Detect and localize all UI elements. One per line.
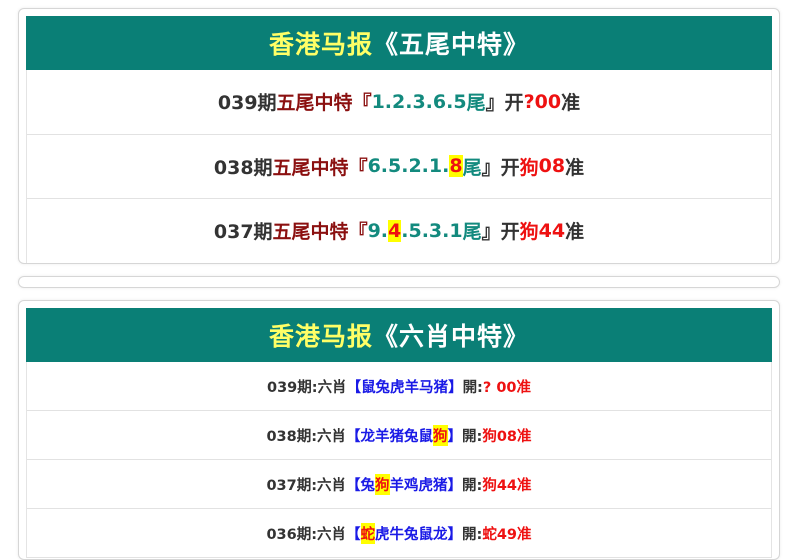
bracket-open: 【 (346, 526, 361, 543)
result-number: 44 (538, 219, 566, 242)
kai-label: 开 (500, 221, 520, 244)
zodiac-list: 龙羊猪兔鼠 (360, 428, 434, 445)
accurate-label: 准 (565, 156, 585, 179)
empty-card (18, 276, 780, 288)
digits-rest: .5.3.1 (401, 219, 463, 242)
result-number: 08 (538, 155, 566, 178)
table-row: 037期: 六肖【兔狗羊鸡虎猪】開: 狗44准 (27, 460, 771, 509)
period: 039期 (217, 92, 277, 115)
card-subtitle: 《六肖中特》 (373, 322, 530, 351)
row-label: 五尾中特 (272, 221, 349, 244)
unit: 尾 (466, 92, 486, 115)
result-number: 00 (534, 90, 562, 113)
kai-label: 開: (462, 477, 483, 494)
digits: 9. (367, 219, 389, 242)
bracket-close: 】 (448, 379, 463, 396)
bracket-close: 』 (481, 156, 501, 179)
table-row: 038期 五尾中特『6.5.2.1. 8 尾』开狗 08 准 (27, 135, 771, 199)
hit-digit: 4 (388, 219, 402, 242)
bracket-open: 『 (348, 221, 368, 244)
accurate-label: 准 (565, 221, 585, 244)
period: 038期 (213, 156, 273, 179)
card-title: 香港马报 (268, 30, 373, 59)
bracket-open: 【 (346, 379, 362, 396)
zodiac-list: 兔 (360, 477, 376, 494)
result: ? 00准 (482, 379, 532, 396)
result: 狗44准 (482, 477, 532, 494)
bracket-close: 』 (485, 92, 505, 115)
bracket-open: 『 (352, 92, 372, 115)
result: 蛇49准 (482, 526, 532, 543)
accurate-label: 准 (561, 92, 581, 115)
kai-label: 開: (462, 526, 483, 543)
bracket-close: 』 (481, 221, 501, 244)
hit-digit: 8 (449, 155, 463, 178)
table-row: 037期 五尾中特『9. 4.5.3.1 尾』开狗 44 准 (27, 199, 771, 263)
digits: 1.2.3.6.5 (371, 90, 467, 113)
result-zodiac: ? (523, 90, 535, 113)
bracket-open: 『 (348, 156, 368, 179)
card-header: 香港马报 《五尾中特》 (26, 16, 772, 70)
zodiac-prediction-card: 香港马报 《六肖中特》 039期: 六肖【鼠兔虎羊马猪】開:? 00准 038期: 六… (18, 300, 780, 560)
hit-zodiac: 狗 (433, 424, 448, 446)
kai-label: 开 (500, 156, 520, 179)
card-header: 香港马报 《六肖中特》 (26, 308, 772, 362)
bracket-close: 】 (447, 428, 463, 445)
prediction-list: 039期: 六肖【鼠兔虎羊马猪】開:? 00准 038期: 六肖【龙羊猪兔鼠狗】開:… (26, 362, 772, 558)
card-subtitle: 《五尾中特》 (373, 30, 530, 59)
period: 039期: (266, 379, 318, 396)
hit-zodiac: 蛇 (360, 522, 376, 544)
table-row: 036期: 六肖【蛇虎牛兔鼠龙】開: 蛇49准 (27, 509, 771, 558)
bracket-open: 【 (346, 428, 361, 445)
row-label: 六肖 (317, 477, 347, 494)
row-label: 五尾中特 (276, 92, 353, 115)
result: 狗08准 (482, 428, 532, 445)
row-label: 六肖 (317, 428, 347, 445)
zodiac-list-rest: 虎牛兔鼠龙 (375, 526, 448, 543)
row-label: 六肖 (317, 379, 347, 396)
period: 037期: (266, 477, 318, 494)
result-zodiac: 狗 (519, 156, 539, 179)
row-label: 五尾中特 (272, 156, 349, 179)
period: 038期: (266, 428, 318, 445)
unit: 尾 (462, 156, 482, 179)
bracket-close: 】 (447, 477, 463, 494)
table-row: 039期: 六肖【鼠兔虎羊马猪】開:? 00准 (27, 362, 771, 411)
result-zodiac: 狗 (519, 221, 539, 244)
prediction-list: 039期 五尾中特『1.2.3.6.5 尾』开? 00 准 038期 五尾中特『6.5.… (26, 70, 772, 263)
digits: 6.5.2.1. (367, 155, 450, 178)
hit-zodiac: 狗 (375, 473, 390, 495)
row-label: 六肖 (317, 526, 347, 543)
period: 037期 (213, 221, 273, 244)
bracket-close: 】 (447, 526, 463, 543)
zodiac-list-rest: 羊鸡虎猪 (389, 477, 448, 494)
card-title: 香港马报 (268, 322, 373, 351)
table-row: 038期: 六肖【龙羊猪兔鼠狗】開: 狗08准 (27, 411, 771, 460)
tail-prediction-card: 香港马报 《五尾中特》 039期 五尾中特『1.2.3.6.5 尾』开? 00 准 03… (18, 8, 780, 264)
kai-label: 開: (462, 428, 483, 445)
period: 036期: (266, 526, 318, 543)
kai-label: 开 (504, 92, 524, 115)
kai-label: 開: (462, 379, 483, 396)
bracket-open: 【 (346, 477, 361, 494)
table-row: 039期 五尾中特『1.2.3.6.5 尾』开? 00 准 (27, 70, 771, 135)
zodiac-list: 鼠兔虎羊马猪 (361, 379, 449, 396)
unit: 尾 (462, 221, 482, 244)
